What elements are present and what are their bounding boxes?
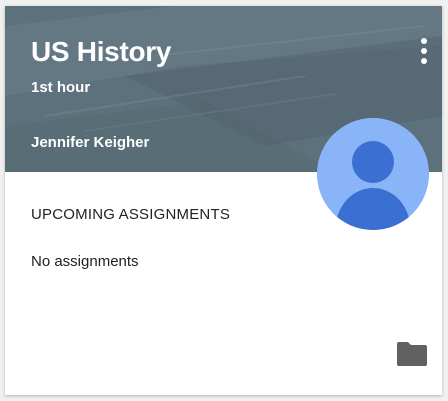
teacher-avatar: [317, 118, 429, 230]
account-avatar-icon: [317, 118, 429, 230]
class-section: 1st hour: [31, 79, 91, 96]
no-assignments-text: No assignments: [31, 253, 139, 270]
more-options-button[interactable]: [414, 36, 434, 68]
class-title[interactable]: US History: [31, 36, 171, 68]
teacher-name: Jennifer Keigher: [31, 134, 150, 151]
folder-icon: [397, 342, 427, 366]
upcoming-assignments-heading: UPCOMING ASSIGNMENTS: [31, 206, 231, 223]
class-folder-button[interactable]: [396, 341, 428, 367]
class-card[interactable]: US History 1st hour Jennifer Keigher UPC…: [5, 6, 442, 395]
more-vert-icon: [421, 38, 427, 64]
